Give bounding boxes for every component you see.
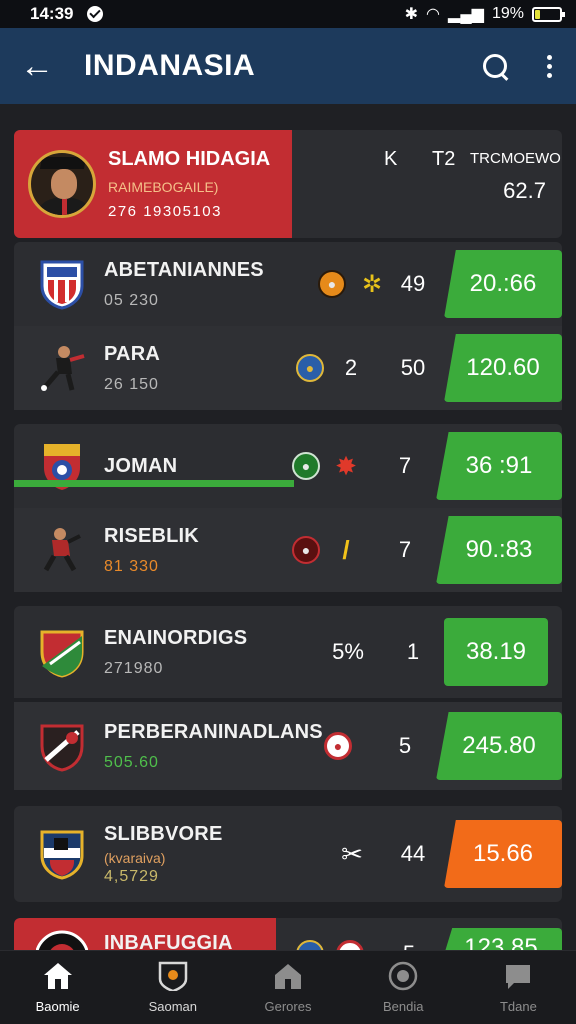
team-stat: 05 230 — [104, 291, 159, 309]
match-count: 50 — [400, 355, 426, 380]
lightning-icon: / — [342, 534, 350, 565]
featured-col-3: TRCMOEWO — [470, 150, 561, 167]
nav-item-home[interactable]: Baomie — [0, 951, 115, 1024]
featured-col-1: K — [384, 148, 398, 170]
nav-item-tdane[interactable]: Tdane — [461, 951, 576, 1024]
match-count: 7 — [398, 537, 412, 562]
team-name: SLIBBVORE — [104, 822, 223, 845]
featured-subtitle: RAIMEBOGAILE) — [108, 179, 219, 195]
team-stat: 4,5729 — [104, 867, 159, 885]
nav-label: Saoman — [148, 999, 198, 1014]
featured-title: SLAMO HIDAGIA — [108, 148, 271, 170]
featured-number: 276 19305103 — [108, 203, 222, 220]
match-row[interactable]: PARA 26 150 ● 2 50 120.60 — [14, 326, 562, 410]
team-name: ENAINORDIGS — [104, 626, 248, 649]
flower-icon: ✸ — [335, 450, 357, 481]
ball-icon: ● — [292, 452, 320, 480]
match-row[interactable]: ABETANIANNES 05 230 ● ✲ 49 20.:66 — [14, 242, 562, 326]
house-icon — [275, 964, 301, 989]
featured-card-right: K T2 TRCMOEWO 62.7 — [292, 130, 562, 238]
team-crest-icon — [36, 626, 88, 678]
more-options-icon[interactable] — [543, 54, 556, 78]
nav-label: Tdane — [499, 999, 537, 1014]
player-icon — [36, 342, 88, 394]
team-name: RISEBLIK — [104, 524, 199, 547]
match-percent: 5% — [332, 639, 364, 664]
nav-label: Gerores — [264, 999, 312, 1014]
ball-icon: ● — [318, 270, 346, 298]
app-bar: ← INDANASIA — [0, 28, 576, 104]
bluetooth-icon: ✱ — [404, 6, 419, 23]
match-row[interactable]: RISEBLIK 81 330 ● / 7 90.:83 — [14, 508, 562, 592]
team-stat: 26 150 — [104, 375, 159, 393]
team-stat: 81 330 — [104, 557, 159, 575]
match-group: JOMAN ● ✸ 7 36 :91 RISEBLIK 81 330 ● / 7 — [14, 424, 562, 592]
progress-bar — [14, 480, 294, 487]
ball-icon: ● — [292, 536, 320, 564]
match-count: 44 — [400, 841, 426, 866]
match-group: ABETANIANNES 05 230 ● ✲ 49 20.:66 PARA 2… — [14, 242, 562, 410]
team-crest-icon — [36, 828, 88, 880]
team-crest-icon — [36, 720, 88, 772]
nav-item-gerores[interactable]: Gerores — [230, 951, 345, 1024]
nav-label: Baomie — [35, 999, 80, 1014]
match-left-number: 2 — [344, 355, 358, 380]
player-icon — [36, 524, 88, 576]
match-group: SLIBBVORE (kvaraiva) 4,5729 ✂ 44 15.66 — [14, 806, 562, 902]
signal-icon: ▂▄▆ — [448, 6, 484, 23]
odds-button[interactable]: 245.80 — [436, 712, 562, 780]
odds-button[interactable]: 38.19 — [444, 618, 548, 686]
match-count: 5 — [398, 733, 412, 758]
search-icon[interactable] — [481, 52, 509, 80]
match-group: ENAINORDIGS 271980 5% 1 38.19 PERBERANIN… — [14, 606, 562, 790]
status-bar: 14:39 ✱ ◠ ▂▄▆ 19% — [0, 0, 576, 28]
match-row[interactable]: PERBERANINADLANS 505.60 ● 5 245.80 — [14, 698, 562, 790]
status-icons: ✱ ◠ ▂▄▆ 19% — [404, 4, 565, 24]
odds-button[interactable]: 90.:83 — [436, 516, 562, 584]
battery-icon — [532, 6, 565, 22]
odds-button[interactable]: 120.60 — [444, 334, 562, 402]
odds-button[interactable]: 36 :91 — [436, 432, 562, 500]
trophy-icon: ✲ — [361, 270, 383, 298]
match-count: 1 — [406, 639, 420, 664]
odds-button[interactable]: 20.:66 — [444, 250, 562, 318]
odds-button[interactable]: 15.66 — [444, 820, 562, 888]
tools-icon: ✂ — [341, 838, 363, 869]
ball-icon: ● — [324, 732, 352, 760]
match-count: 49 — [400, 271, 426, 296]
nav-item-saoman[interactable]: Saoman — [115, 951, 230, 1024]
featured-value: 62.7 — [503, 178, 546, 203]
nav-label: Bendia — [382, 999, 424, 1014]
wifi-icon: ◠ — [426, 6, 441, 23]
content: SLAMO HIDAGIA RAIMEBOGAILE) 276 19305103… — [14, 130, 562, 968]
battery-percent: 19% — [491, 5, 524, 22]
team-name: PERBERANINADLANS — [104, 720, 323, 743]
ball-icon: ● — [296, 354, 324, 382]
match-row[interactable]: JOMAN ● ✸ 7 36 :91 — [14, 424, 562, 508]
notification-icon — [87, 6, 104, 22]
home-icon — [43, 963, 72, 989]
ball-icon — [388, 961, 418, 991]
team-stat: 505.60 — [104, 753, 159, 771]
team-name: PARA — [104, 342, 160, 365]
shield-icon — [158, 961, 188, 991]
featured-card-left: SLAMO HIDAGIA RAIMEBOGAILE) 276 19305103 — [14, 130, 292, 238]
team-name: ABETANIANNES — [104, 258, 264, 281]
match-count: 7 — [398, 453, 412, 478]
featured-card[interactable]: SLAMO HIDAGIA RAIMEBOGAILE) 276 19305103… — [14, 130, 562, 238]
status-time: 14:39 — [30, 4, 74, 23]
team-stat: 271980 — [104, 659, 164, 677]
team-crest-icon — [36, 258, 88, 310]
chat-icon — [506, 965, 531, 989]
team-subtitle: (kvaraiva) — [104, 849, 166, 866]
team-name: JOMAN — [104, 454, 178, 477]
bottom-nav: Baomie Saoman Gerores Bendia Tdane — [0, 950, 576, 1024]
avatar — [28, 150, 96, 218]
featured-col-2: T2 — [432, 148, 456, 170]
nav-item-bendia[interactable]: Bendia — [346, 951, 461, 1024]
match-row[interactable]: ENAINORDIGS 271980 5% 1 38.19 — [14, 606, 562, 698]
match-row[interactable]: SLIBBVORE (kvaraiva) 4,5729 ✂ 44 15.66 — [14, 806, 562, 902]
page-title: INDANASIA — [84, 49, 256, 82]
back-arrow-icon[interactable]: ← — [20, 47, 60, 86]
